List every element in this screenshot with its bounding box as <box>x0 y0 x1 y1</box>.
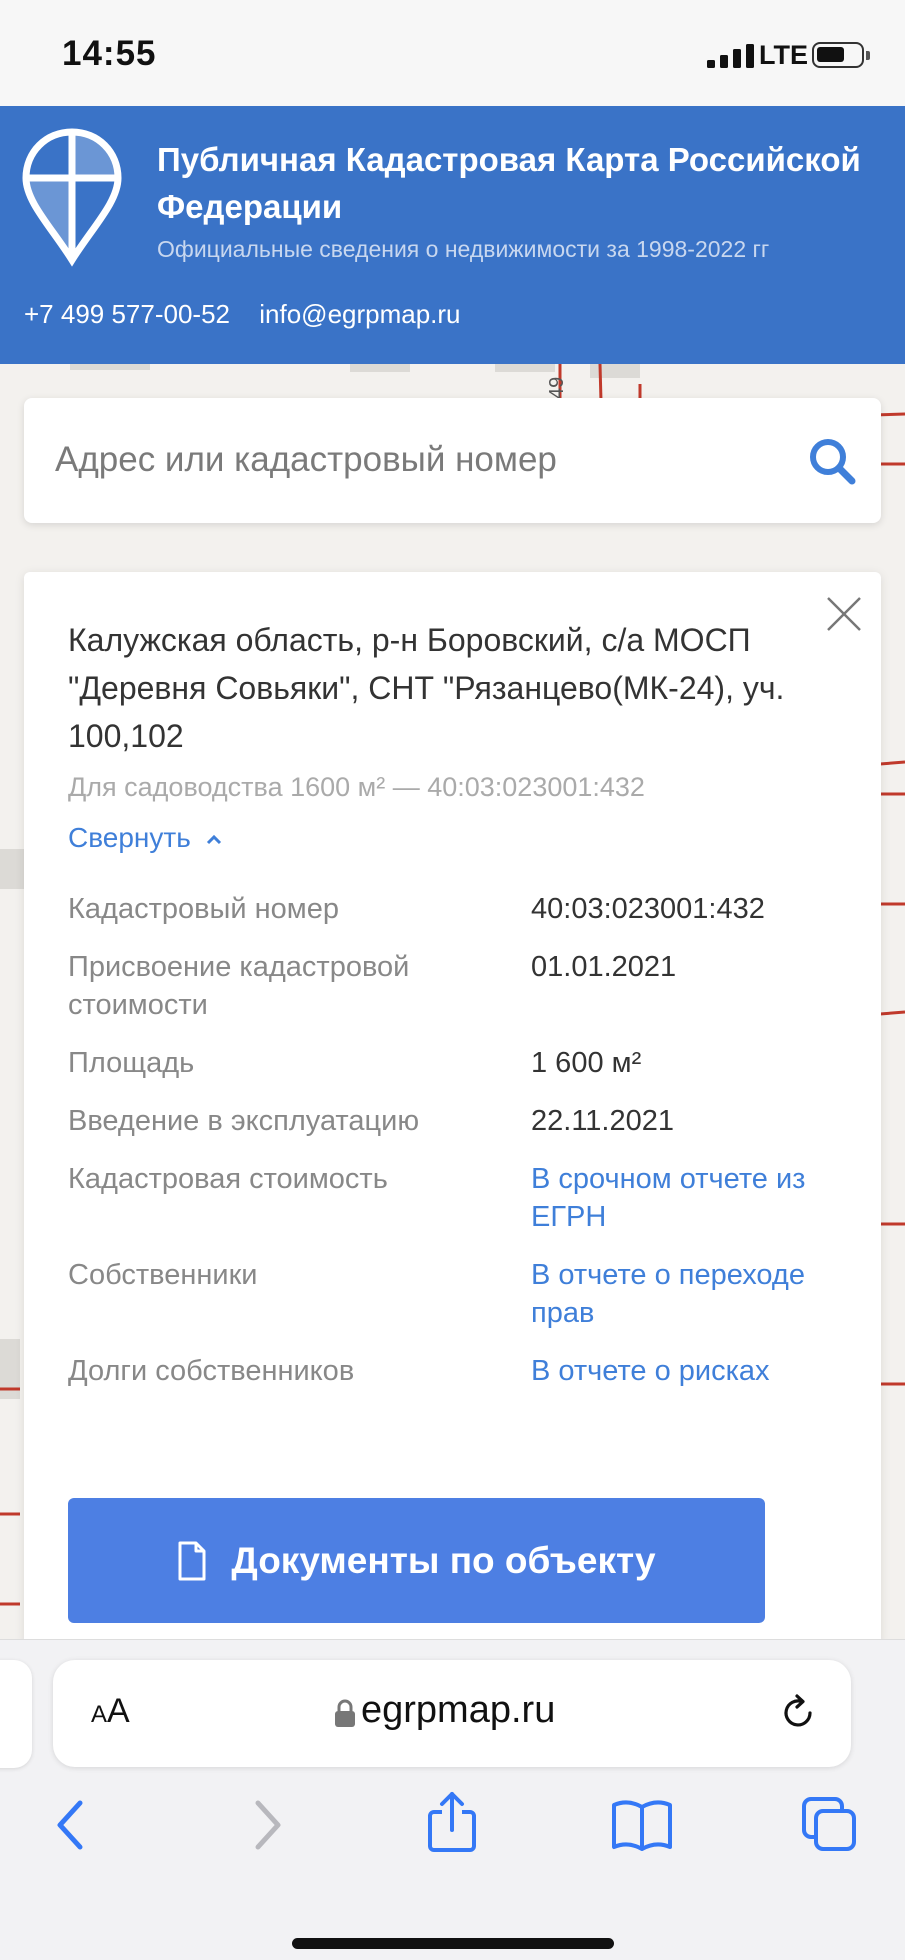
status-time: 14:55 <box>62 34 157 73</box>
site-header: Публичная Кадастровая Карта Российской Ф… <box>0 106 905 364</box>
contacts: +7 499 577-00-52 info@egrpmap.ru <box>24 299 483 330</box>
detail-row-area: Площадь 1 600 м² <box>68 1044 858 1082</box>
document-icon <box>178 1541 206 1580</box>
signal-icon <box>707 44 754 68</box>
search-bar[interactable]: Адрес или кадастровый номер <box>24 398 881 523</box>
detail-label: Собственники <box>68 1259 258 1291</box>
back-icon[interactable] <box>50 1795 90 1855</box>
rights-transfer-report-link[interactable]: В отчете о переходе прав <box>531 1256 858 1332</box>
email-link[interactable]: info@egrpmap.ru <box>259 299 460 329</box>
map-label: 49 <box>546 377 568 399</box>
reload-icon[interactable] <box>776 1691 820 1735</box>
detail-row-owners: Собственники В отчете о переходе прав <box>68 1256 858 1332</box>
forward-icon[interactable] <box>248 1795 288 1855</box>
site-subtitle: Официальные сведения о недвижимости за 1… <box>157 236 770 262</box>
address-bar[interactable]: AA egrpmap.ru <box>53 1660 851 1767</box>
parcel-info-card: Калужская область, р-н Боровский, с/а МО… <box>24 572 881 1642</box>
detail-row-owner-debts: Долги собственников В отчете о рисках <box>68 1352 858 1390</box>
browser-toolbar: AA egrpmap.ru <box>0 1639 905 1960</box>
detail-value: 1 600 м² <box>531 1047 642 1079</box>
search-input[interactable]: Адрес или кадастровый номер <box>55 440 557 480</box>
urgent-report-link[interactable]: В срочном отчете из ЕГРН <box>531 1160 858 1236</box>
detail-row-cadastral-number: Кадастровый номер 40:03:023001:432 <box>68 890 858 928</box>
bookmarks-icon[interactable] <box>610 1795 674 1855</box>
lock-icon <box>335 1699 355 1727</box>
home-indicator[interactable] <box>292 1938 614 1949</box>
network-type: LTE <box>759 40 808 70</box>
parcel-summary: Для садоводства 1600 м² — 40:03:023001:4… <box>68 772 645 802</box>
parcel-details: Кадастровый номер 40:03:023001:432 Присв… <box>68 890 858 1410</box>
tabs-icon[interactable] <box>800 1795 860 1855</box>
detail-row-valuation-date: Присвоение кадастровой стоимости 01.01.2… <box>68 948 858 1024</box>
detail-value: 40:03:023001:432 <box>531 893 765 925</box>
status-bar: 14:55 LTE <box>0 0 905 106</box>
battery-icon <box>812 42 870 68</box>
collapse-link[interactable]: Свернуть <box>68 822 225 854</box>
detail-label: Присвоение кадастровой стоимости <box>68 951 410 1021</box>
detail-label: Долги собственников <box>68 1355 355 1387</box>
documents-button-label: Документы по объекту <box>231 1539 656 1581</box>
detail-label: Площадь <box>68 1047 195 1079</box>
logo-icon[interactable] <box>22 128 122 268</box>
detail-label: Кадастровая стоимость <box>68 1163 388 1195</box>
documents-button[interactable]: Документы по объекту <box>68 1498 765 1623</box>
site-title[interactable]: Публичная Кадастровая Карта Российской Ф… <box>157 136 877 230</box>
detail-row-cadastral-value: Кадастровая стоимость В срочном отчете и… <box>68 1160 858 1236</box>
phone-link[interactable]: +7 499 577-00-52 <box>24 299 230 329</box>
detail-value: 22.11.2021 <box>531 1105 674 1137</box>
text-size-button[interactable]: AA <box>91 1692 130 1731</box>
search-icon[interactable] <box>807 436 857 486</box>
detail-label: Введение в эксплуатацию <box>68 1105 420 1137</box>
share-icon[interactable] <box>424 1790 480 1854</box>
chevron-up-icon <box>206 834 221 844</box>
detail-row-commissioning: Введение в эксплуатацию 22.11.2021 <box>68 1102 858 1140</box>
detail-label: Кадастровый номер <box>68 893 339 925</box>
collapse-label: Свернуть <box>68 822 191 853</box>
url-text[interactable]: egrpmap.ru <box>361 1689 555 1732</box>
parcel-address: Калужская область, р-н Боровский, с/а МО… <box>68 622 785 754</box>
detail-value: 01.01.2021 <box>531 951 677 983</box>
risks-report-link[interactable]: В отчете о рисках <box>531 1352 858 1390</box>
previous-tab-preview[interactable] <box>0 1660 32 1768</box>
